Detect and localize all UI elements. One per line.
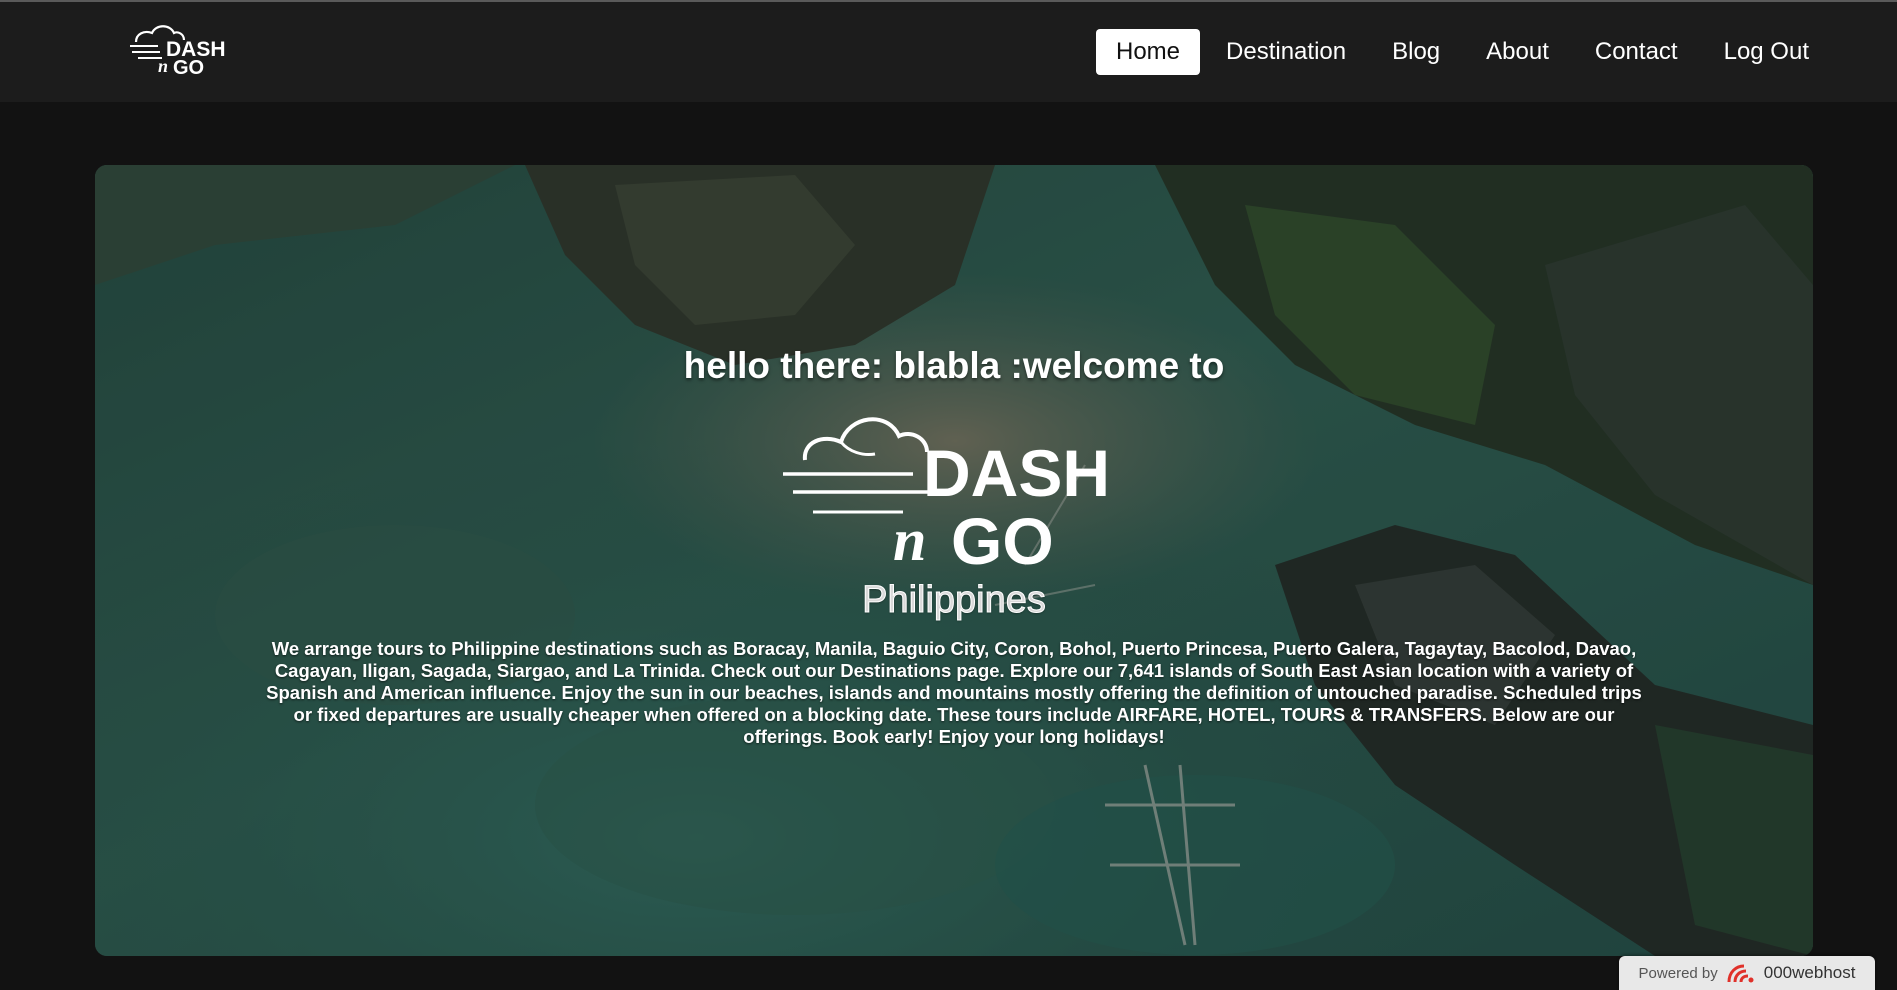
nav-destination[interactable]: Destination [1206,29,1366,75]
dash-n-go-hero-logo-icon: DASH n GO [783,417,1110,572]
nav-home[interactable]: Home [1096,29,1201,75]
000webhost-logo-icon [1727,964,1754,983]
svg-text:GO: GO [173,57,204,76]
hero-banner: hello there: blabla :welcome to DASH n G… [95,165,1813,956]
welcome-heading: hello there: blabla :welcome to [683,345,1225,386]
svg-text:n: n [158,56,168,76]
dash-n-go-logo-icon: DASH n GO [130,25,226,79]
hosting-badge[interactable]: Powered by 000webhost [1619,956,1875,990]
main-nav: Home Destination Blog About Contact Log … [1096,29,1829,75]
navbar: DASH n GO Home Destination Blog About Co… [0,2,1897,102]
svg-text:n: n [893,507,926,572]
svg-text:DASH: DASH [923,436,1110,510]
nav-blog[interactable]: Blog [1372,29,1460,75]
svg-text:GO: GO [951,504,1054,572]
hero-description: We arrange tours to Philippine destinati… [266,638,1642,747]
country-subtitle: Philippines [862,579,1047,622]
powered-by-label: Powered by [1638,964,1718,982]
powered-by-brand: 000webhost [1763,963,1856,982]
nav-logout[interactable]: Log Out [1704,29,1829,75]
hero-content: hello there: blabla :welcome to DASH n G… [95,165,1813,956]
site-logo[interactable]: DASH n GO [128,20,238,79]
nav-about[interactable]: About [1466,29,1569,75]
nav-contact[interactable]: Contact [1575,29,1698,75]
